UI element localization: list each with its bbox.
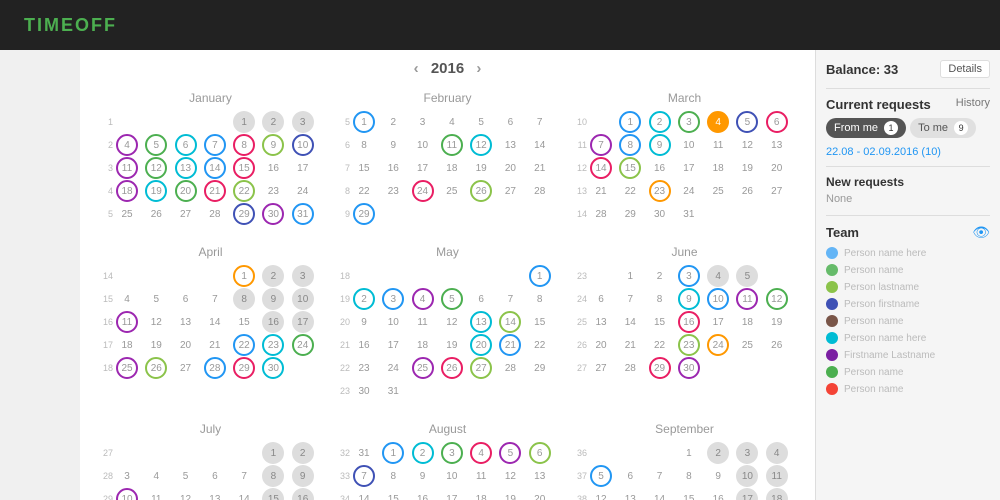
member-name-3: Person firstname xyxy=(844,299,920,310)
member-name-1: Person name xyxy=(844,265,903,276)
cal-grid-may: 18 1 19 2 3 4 5 6 7 8 20 xyxy=(337,265,558,402)
team-member-0[interactable]: Person name here xyxy=(826,247,990,259)
eye-icon[interactable]: 👁 xyxy=(972,224,990,241)
team-member-3[interactable]: Person firstname xyxy=(826,298,990,310)
team-member-6[interactable]: Firstname Lastname xyxy=(826,349,990,361)
cal-grid-march: 10 1 2 3 4 5 6 11 7 8 9 10 11 12 13 12 xyxy=(574,111,795,225)
divider-3 xyxy=(826,215,990,216)
current-year: 2016 xyxy=(431,60,464,77)
cal-grid-june: 23 1 2 3 4 5 24 6 7 8 9 10 11 12 25 xyxy=(574,265,795,379)
team-member-2[interactable]: Person lastname xyxy=(826,281,990,293)
month-august: August 32 31 1 2 3 4 5 6 33 7 8 9 10 11 … xyxy=(333,418,562,500)
details-button[interactable]: Details xyxy=(940,60,990,78)
app-logo: TIMEOFF xyxy=(24,15,117,36)
divider-2 xyxy=(826,166,990,167)
from-me-label: From me xyxy=(834,122,878,134)
cal-grid-august: 32 31 1 2 3 4 5 6 33 7 8 9 10 11 12 13 3 xyxy=(337,442,558,500)
balance-label: Balance: 33 xyxy=(826,62,898,77)
month-april: April 14 1 2 3 15 4 5 6 7 8 9 xyxy=(96,241,325,406)
cal-grid-april: 14 1 2 3 15 4 5 6 7 8 9 10 16 xyxy=(100,265,321,379)
member-name-8: Person name xyxy=(844,384,903,395)
member-dot-8 xyxy=(826,383,838,395)
to-me-tab[interactable]: To me 9 xyxy=(910,118,976,138)
member-name-6: Firstname Lastname xyxy=(844,350,935,361)
divider-1 xyxy=(826,88,990,89)
member-dot-1 xyxy=(826,264,838,276)
new-requests-title: New requests xyxy=(826,175,990,189)
from-me-badge: 1 xyxy=(884,121,898,135)
month-june: June 23 1 2 3 4 5 24 6 7 8 9 10 11 xyxy=(570,241,799,406)
member-dot-0 xyxy=(826,247,838,259)
main-content: ‹ 2016 › January 1 1 2 3 2 4 5 xyxy=(80,50,815,500)
month-title-august: August xyxy=(337,422,558,436)
member-dot-3 xyxy=(826,298,838,310)
prev-year-btn[interactable]: ‹ xyxy=(414,60,419,77)
to-me-label: To me xyxy=(918,122,948,134)
logo-off: OFF xyxy=(75,15,117,35)
month-title-february: February xyxy=(337,91,558,105)
member-dot-7 xyxy=(826,366,838,378)
team-members-list: Person name here Person name Person last… xyxy=(826,247,990,395)
balance-row: Balance: 33 Details xyxy=(826,60,990,78)
team-section: Team 👁 Person name here Person name Pers… xyxy=(826,224,990,395)
cal-grid-july: 27 1 2 28 3 4 5 6 7 8 9 29 xyxy=(100,442,321,500)
calendars-grid: January 1 1 2 3 2 4 5 6 7 8 9 xyxy=(96,87,799,500)
member-dot-2 xyxy=(826,281,838,293)
team-member-7[interactable]: Person name xyxy=(826,366,990,378)
member-name-4: Person name xyxy=(844,316,903,327)
month-may: May 18 1 19 2 3 4 5 6 7 8 xyxy=(333,241,562,406)
member-dot-6 xyxy=(826,349,838,361)
member-dot-5 xyxy=(826,332,838,344)
month-title-january: January xyxy=(100,91,321,105)
requests-tabs: From me 1 To me 9 xyxy=(826,118,990,138)
cal-grid-january: 1 1 2 3 2 4 5 6 7 8 9 10 3 xyxy=(100,111,321,225)
member-name-2: Person lastname xyxy=(844,282,919,293)
month-july: July 27 1 2 28 3 4 5 6 7 8 xyxy=(96,418,325,500)
right-panel: Balance: 33 Details Current requests His… xyxy=(815,50,1000,500)
month-january: January 1 1 2 3 2 4 5 6 7 8 9 xyxy=(96,87,325,229)
team-member-1[interactable]: Person name xyxy=(826,264,990,276)
member-name-7: Person name xyxy=(844,367,903,378)
app-header: TIMEOFF xyxy=(0,0,1000,50)
month-title-july: July xyxy=(100,422,321,436)
from-me-tab[interactable]: From me 1 xyxy=(826,118,906,138)
month-title-march: March xyxy=(574,91,795,105)
member-name-0: Person name here xyxy=(844,248,926,259)
month-march: March 10 1 2 3 4 5 6 11 7 8 9 10 11 12 xyxy=(570,87,799,229)
month-title-june: June xyxy=(574,245,795,259)
year-nav: ‹ 2016 › xyxy=(96,60,799,77)
next-year-btn[interactable]: › xyxy=(476,60,481,77)
month-february: February 5 1 2 3 4 5 6 7 6 8 9 10 11 12 … xyxy=(333,87,562,229)
new-requests-value: None xyxy=(826,193,990,205)
app-body: ‹ 2016 › January 1 1 2 3 2 4 5 xyxy=(0,50,1000,500)
team-title: Team xyxy=(826,225,859,240)
month-title-april: April xyxy=(100,245,321,259)
current-requests-section: Current requests History xyxy=(826,97,990,112)
sidebar-left xyxy=(0,50,80,500)
month-title-may: May xyxy=(337,245,558,259)
member-name-5: Person name here xyxy=(844,333,926,344)
team-member-5[interactable]: Person name here xyxy=(826,332,990,344)
team-member-4[interactable]: Person name xyxy=(826,315,990,327)
team-header: Team 👁 xyxy=(826,224,990,241)
request-link[interactable]: 22.08 - 02.09.2016 (10) xyxy=(826,146,990,158)
cal-grid-february: 5 1 2 3 4 5 6 7 6 8 9 10 11 12 13 14 7 xyxy=(337,111,558,225)
logo-time: TIME xyxy=(24,15,75,35)
cal-grid-september: 36 1 2 3 4 37 5 6 7 8 9 10 11 38 xyxy=(574,442,795,500)
month-september: September 36 1 2 3 4 37 5 6 7 8 9 10 xyxy=(570,418,799,500)
history-button[interactable]: History xyxy=(956,97,990,109)
team-member-8[interactable]: Person name xyxy=(826,383,990,395)
month-title-september: September xyxy=(574,422,795,436)
to-me-badge: 9 xyxy=(954,121,968,135)
member-dot-4 xyxy=(826,315,838,327)
